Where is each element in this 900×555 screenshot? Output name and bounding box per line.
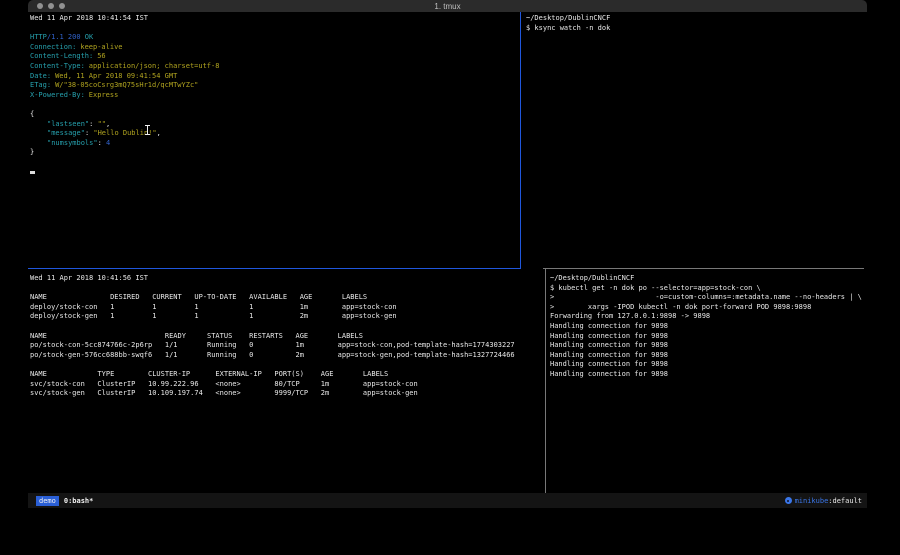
- pane-port-forward[interactable]: ~/Desktop/DublinCNCF $ kubectl get -n do…: [546, 269, 867, 493]
- terminal-content: Wed 11 Apr 2018 10:41:54 IST HTTP/1.1 20…: [28, 12, 867, 493]
- json-separator: :: [89, 120, 97, 128]
- cursor-line: [30, 168, 520, 178]
- terminal-window: 1. tmux Wed 11 Apr 2018 10:41:54 IST HTT…: [28, 0, 867, 508]
- http-status-text: OK: [81, 33, 94, 41]
- json-comma: ,: [106, 120, 110, 128]
- blank-line: [30, 158, 520, 168]
- header-name: Content-Type:: [30, 62, 85, 70]
- mouse-ibeam-pointer: [145, 125, 150, 135]
- json-comma: ,: [157, 129, 161, 137]
- pane-divider-horizontal-active[interactable]: [28, 268, 521, 269]
- pane-divider-vertical-bottom[interactable]: [545, 269, 546, 493]
- session-name-badge: demo: [36, 496, 59, 506]
- tmux-status-bar: demo 0:bash* minikube :default: [28, 493, 867, 508]
- header-value: application/json; charset=utf-8: [89, 62, 220, 70]
- terminal-cursor: [30, 171, 35, 174]
- json-value: "": [98, 120, 106, 128]
- kubectl-resources-table: NAME DESIRED CURRENT UP-TO-DATE AVAILABL…: [30, 293, 545, 399]
- pane-divider-horizontal[interactable]: [543, 268, 864, 269]
- header-value: Wed, 11 Apr 2018 09:41:54 GMT: [55, 72, 177, 80]
- http-header-row: X-Powered-By: Express: [30, 91, 520, 101]
- http-version-code: /1.1 200: [47, 33, 81, 41]
- header-name: Date:: [30, 72, 51, 80]
- header-value: W/"38-05coCsrg3mQ75sHr1d/qcMTwYZc": [55, 81, 198, 89]
- json-field-row: "numsymbols": 4: [30, 139, 520, 149]
- tmux-window-tab[interactable]: 0:bash*: [64, 497, 94, 505]
- header-name: Connection:: [30, 43, 76, 51]
- timestamp-line: Wed 11 Apr 2018 10:41:56 IST: [30, 274, 545, 284]
- json-value: 4: [106, 139, 110, 147]
- http-header-row: Content-Length: 56: [30, 52, 520, 62]
- ksync-output: ~/Desktop/DublinCNCF $ ksync watch -n do…: [526, 14, 867, 33]
- header-name: Content-Length:: [30, 52, 93, 60]
- header-value: Express: [89, 91, 119, 99]
- json-close-brace: }: [30, 148, 520, 158]
- pane-kubectl-get[interactable]: Wed 11 Apr 2018 10:41:56 IST NAME DESIRE…: [28, 269, 545, 493]
- kubernetes-helm-icon: [785, 497, 792, 504]
- window-title: 1. tmux: [28, 2, 867, 11]
- kube-namespace-label: :default: [828, 497, 862, 505]
- json-field-row: "lastseen": "",: [30, 120, 520, 130]
- kube-context-label: minikube: [795, 497, 829, 505]
- json-field-row: "message": "Hello Dublin!",: [30, 129, 520, 139]
- pane-http-response[interactable]: Wed 11 Apr 2018 10:41:54 IST HTTP/1.1 20…: [28, 12, 520, 268]
- http-header-row: ETag: W/"38-05coCsrg3mQ75sHr1d/qcMTwYZc": [30, 81, 520, 91]
- pane-divider-vertical-top[interactable]: [520, 12, 521, 269]
- http-proto: HTTP: [30, 33, 47, 41]
- blank-line: [30, 100, 520, 110]
- timestamp-line: Wed 11 Apr 2018 10:41:54 IST: [30, 14, 520, 24]
- http-header-row: Content-Type: application/json; charset=u…: [30, 62, 520, 72]
- http-header-row: Connection: keep-alive: [30, 43, 520, 53]
- json-key: "message": [47, 129, 85, 137]
- header-value: 56: [97, 52, 105, 60]
- json-key: "lastseen": [47, 120, 89, 128]
- blank-line: [30, 24, 520, 34]
- pane-ksync-watch[interactable]: ~/Desktop/DublinCNCF $ ksync watch -n do…: [521, 12, 867, 268]
- json-separator: :: [98, 139, 106, 147]
- http-header-row: Date: Wed, 11 Apr 2018 09:41:54 GMT: [30, 72, 520, 82]
- port-forward-output: ~/Desktop/DublinCNCF $ kubectl get -n do…: [550, 274, 867, 380]
- json-open-brace: {: [30, 110, 520, 120]
- header-name: X-Powered-By:: [30, 91, 85, 99]
- window-titlebar[interactable]: 1. tmux: [28, 0, 867, 12]
- header-name: ETag:: [30, 81, 51, 89]
- header-value: keep-alive: [80, 43, 122, 51]
- json-key: "numsymbols": [47, 139, 98, 147]
- http-status-line: HTTP/1.1 200 OK: [30, 33, 520, 43]
- blank-line: [30, 284, 545, 294]
